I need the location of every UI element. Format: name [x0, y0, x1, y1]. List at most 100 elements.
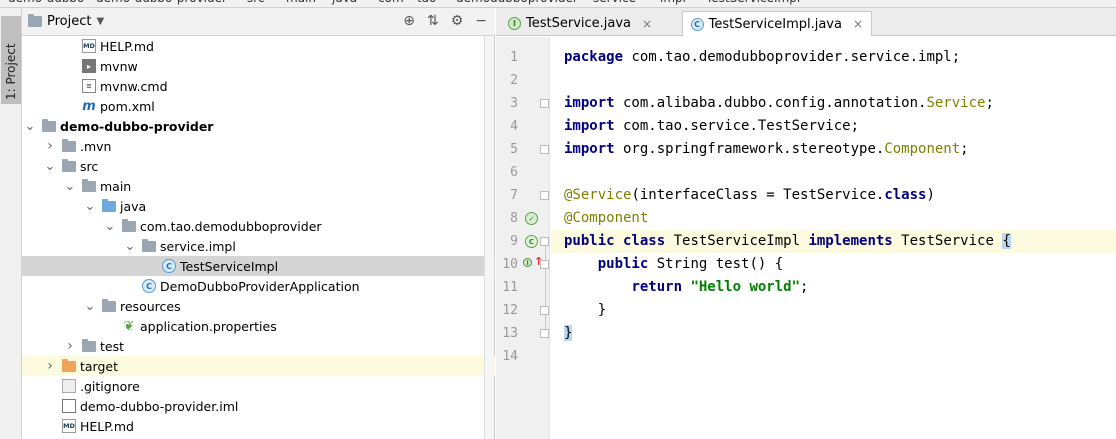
fold-marker-icon[interactable] — [540, 191, 549, 200]
fold-marker-icon[interactable] — [540, 237, 549, 246]
tree-item[interactable]: ⌄ java — [22, 196, 495, 216]
tree-item[interactable]: ⌄ service.impl — [22, 236, 495, 256]
tree-item-label: TestServiceImpl — [180, 258, 279, 274]
tree-item[interactable]: m pom.xml — [22, 96, 495, 116]
chevron-right-icon[interactable]: › — [44, 358, 56, 374]
hide-icon[interactable]: − — [475, 13, 487, 29]
project-tool-tab-label: 1: Project — [4, 43, 18, 100]
code-line[interactable] — [551, 345, 1116, 368]
package-icon — [122, 218, 136, 232]
project-tool-tab[interactable]: 1: Project — [1, 16, 21, 104]
fold-marker-icon[interactable] — [540, 145, 549, 154]
tree-item[interactable]: ⌄ src — [22, 156, 495, 176]
breadcrumb-item[interactable]: tao — [417, 0, 436, 5]
tree-item[interactable]: ❦ application.properties — [22, 316, 495, 336]
code-line[interactable]: @Service(interfaceClass = TestService.cl… — [551, 184, 1116, 207]
fold-marker-icon[interactable] — [540, 99, 549, 108]
tree-item[interactable]: C TestServiceImpl — [22, 256, 495, 276]
markdown-file-icon: MD — [62, 419, 76, 433]
editor-tab-label: TestService.java — [526, 16, 632, 31]
code-line[interactable] — [551, 69, 1116, 92]
project-scrollbar[interactable] — [484, 36, 494, 439]
breadcrumb-item[interactable]: demo-dubbo-provider — [96, 0, 227, 5]
line-number: 10 — [502, 257, 518, 272]
editor-tab[interactable]: I TestService.java × — [500, 11, 660, 36]
fold-marker-icon[interactable] — [540, 306, 549, 315]
folder-icon — [82, 178, 96, 192]
breadcrumb-item[interactable]: demodubboprovider — [456, 0, 578, 5]
close-icon[interactable]: × — [642, 17, 652, 31]
spring-bean-icon[interactable]: ✓ — [525, 212, 538, 225]
fold-marker-icon[interactable] — [540, 260, 549, 269]
editor-tab[interactable]: C TestServiceImpl.java × — [681, 11, 873, 36]
breadcrumb-item[interactable]: demo-dubbo — [8, 0, 84, 5]
tree-item[interactable]: ≡ mvnw.cmd — [22, 76, 495, 96]
breadcrumb-item[interactable]: main — [286, 0, 316, 5]
code-line[interactable]: public class TestServiceImpl implements … — [551, 230, 1116, 253]
tree-item-label: target — [80, 358, 119, 374]
breadcrumb-item[interactable]: java — [332, 0, 357, 5]
chevron-down-icon[interactable]: ⌄ — [44, 159, 56, 174]
code-editor[interactable]: package com.tao.demodubboprovider.servic… — [551, 37, 1116, 439]
code-line[interactable]: import com.alibaba.dubbo.config.annotati… — [551, 92, 1116, 115]
chevron-down-icon[interactable]: ⌄ — [84, 199, 96, 214]
code-line[interactable]: import org.springframework.stereotype.Co… — [551, 138, 1116, 161]
line-number: 12 — [502, 303, 518, 318]
tree-item[interactable]: › .mvn — [22, 136, 495, 156]
package-icon — [142, 238, 156, 252]
implements-icon[interactable]: I — [523, 258, 532, 267]
project-view-selector[interactable]: Project ▼ — [28, 14, 104, 29]
chevron-down-icon: ▼ — [96, 16, 105, 27]
tree-item[interactable]: MD HELP.md — [22, 36, 495, 56]
chevron-right-icon[interactable]: › — [64, 338, 76, 354]
chevron-down-icon[interactable]: ⌄ — [84, 299, 96, 314]
tree-item-label: HELP.md — [80, 418, 134, 434]
breadcrumb-item[interactable]: src — [247, 0, 265, 5]
breadcrumb-item[interactable]: TestServiceImpl — [706, 0, 800, 5]
gear-icon[interactable]: ⚙ — [451, 13, 464, 29]
code-line[interactable]: package com.tao.demodubboprovider.servic… — [551, 46, 1116, 69]
code-line[interactable]: return "Hello world"; — [551, 276, 1116, 299]
line-number: 2 — [510, 73, 518, 88]
tree-item[interactable]: C DemoDubboProviderApplication — [22, 276, 495, 296]
tree-item[interactable]: .gitignore — [22, 376, 495, 396]
code-line[interactable]: import com.tao.service.TestService; — [551, 115, 1116, 138]
tree-item[interactable]: ⌄ resources — [22, 296, 495, 316]
line-number: 14 — [502, 349, 518, 364]
code-line[interactable] — [551, 161, 1116, 184]
project-panel-header: Project ▼ ⊕ ⇅ ⚙ − — [22, 8, 495, 36]
tree-item-label: .gitignore — [80, 378, 140, 394]
breadcrumb-item[interactable]: service — [593, 0, 636, 5]
iml-file-icon — [62, 399, 76, 413]
module-icon — [42, 118, 56, 132]
line-number: 6 — [510, 165, 518, 180]
target-icon[interactable]: ⊕ — [403, 13, 415, 29]
gitignore-file-icon — [62, 379, 76, 393]
tree-item[interactable]: ⌄ demo-dubbo-provider — [22, 116, 495, 136]
tree-item[interactable]: › target — [22, 356, 495, 376]
chevron-right-icon[interactable]: › — [44, 138, 56, 154]
collapse-icon[interactable]: ⇅ — [427, 13, 439, 29]
chevron-down-icon[interactable]: ⌄ — [64, 179, 76, 194]
tree-item[interactable]: MD HELP.md — [22, 416, 495, 436]
editor-tab-label: TestServiceImpl.java — [708, 16, 842, 32]
code-line[interactable]: } — [551, 299, 1116, 322]
chevron-down-icon[interactable]: ⌄ — [104, 219, 116, 234]
tree-item-label: mvnw — [100, 58, 138, 74]
spring-service-icon[interactable]: C — [525, 235, 538, 248]
code-line[interactable]: @Component — [551, 207, 1116, 230]
close-icon[interactable]: × — [853, 17, 863, 31]
tree-item[interactable]: demo-dubbo-provider.iml — [22, 396, 495, 416]
tree-item[interactable]: ⌄ com.tao.demodubboprovider — [22, 216, 495, 236]
code-line[interactable]: } — [551, 322, 1116, 345]
breadcrumb-item[interactable]: com — [378, 0, 404, 5]
chevron-down-icon[interactable]: ⌄ — [124, 239, 136, 254]
tree-item[interactable]: › test — [22, 336, 495, 356]
chevron-down-icon[interactable]: ⌄ — [24, 119, 36, 134]
tree-item[interactable]: ⌄ main — [22, 176, 495, 196]
breadcrumb-item[interactable]: impl — [660, 0, 686, 5]
fold-marker-icon[interactable] — [540, 329, 549, 338]
tree-item-label: pom.xml — [100, 98, 155, 114]
code-line[interactable]: public String test() { — [551, 253, 1116, 276]
tree-item[interactable]: ▸ mvnw — [22, 56, 495, 76]
